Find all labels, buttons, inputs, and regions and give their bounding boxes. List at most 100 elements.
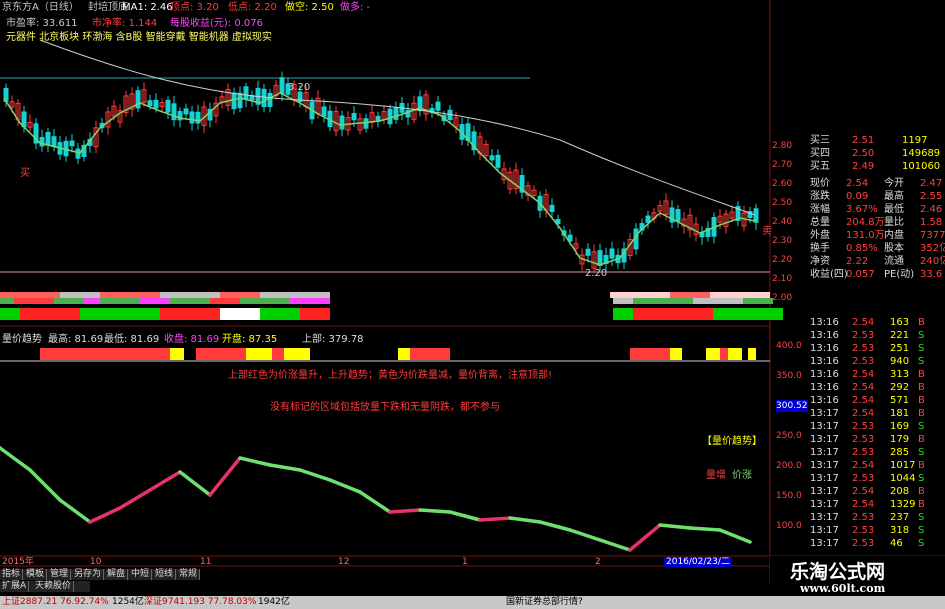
bid-price: 2.51 [852, 135, 875, 146]
time-month-12: 12 [338, 557, 350, 567]
tick-row: 13:17 2.53 179 B [808, 433, 945, 446]
tick-direction: B [918, 395, 925, 406]
vp-block [40, 348, 170, 360]
time-year: 2015年 [2, 557, 34, 567]
stat-row: 涨幅 3.67% 最低 2.46 [808, 203, 945, 216]
stat-label: 涨跌 [810, 191, 830, 202]
toolbar-tab[interactable]: 解盘 [105, 569, 129, 580]
time-month-1: 1 [462, 557, 468, 567]
signal-block [0, 308, 20, 320]
sz-amount: 1942亿 [258, 597, 290, 607]
price-axis-tick: 2.30 [772, 236, 793, 246]
candle-body [609, 248, 615, 259]
tick-row: 13:16 2.54 163 B [808, 316, 945, 329]
volume-price-strip [40, 348, 756, 360]
sz-index: 深证9741.193 77.78.03% [144, 597, 257, 607]
tick-volume: 940 [890, 356, 910, 367]
toolbar-tab[interactable]: 指标 [0, 569, 24, 580]
time-month-2: 2 [595, 557, 601, 567]
main-chart-canvas[interactable] [0, 0, 945, 609]
candle-body [237, 92, 243, 109]
indicator-axis-tick: 250.0 [776, 431, 802, 441]
signal-block [260, 308, 300, 320]
indicator-low: 最低: 81.69 [104, 334, 160, 345]
toolbar-tab[interactable]: 短线 [153, 569, 177, 580]
candle-body [645, 215, 651, 223]
stat-value: 240亿 [920, 256, 945, 267]
status-bar: 上证2887.21 76.92.74% 1254亿 深证9741.193 77.… [0, 596, 945, 609]
signal-block [260, 292, 330, 298]
stat-label: 最低 [884, 204, 904, 215]
stat-label: 内盘 [884, 230, 904, 241]
watermark-url: www.60lt.com [800, 582, 886, 595]
sh-amount: 1254亿 [112, 597, 144, 607]
concept-tags[interactable]: 元器件 北京板块 环渤海 含B股 智能穿戴 智能机器 虚拟现实 [6, 32, 272, 44]
news-ticker[interactable]: 国新证券总部行情? [506, 596, 583, 609]
signal-block [633, 308, 713, 320]
toolbar-tab[interactable]: 另存为 [72, 569, 105, 580]
signal-block [693, 298, 743, 304]
candle-body [45, 131, 51, 146]
candle-body [489, 155, 495, 161]
tick-direction: S [918, 330, 925, 341]
bid-label: 买三 [810, 135, 830, 146]
toolbar-tab[interactable]: 扩展A [0, 581, 30, 592]
toolbar-tab[interactable]: 常规 [177, 569, 200, 580]
tick-volume: 313 [890, 369, 910, 380]
signal-block [330, 292, 610, 298]
candle-body [363, 118, 369, 129]
stat-row: 总量 204.8万 量比 1.58 [808, 216, 945, 229]
vp-block [196, 348, 246, 360]
candle-body [351, 113, 357, 121]
stock-title: 京东方A（日线） [2, 2, 79, 13]
tick-volume: 169 [890, 421, 910, 432]
toolbar-tab[interactable]: 天赖股价 [33, 581, 75, 592]
price-axis-tick: 2.00 [772, 293, 793, 303]
signal-block [753, 308, 783, 320]
signal-block [110, 308, 160, 320]
tick-time: 13:17 [810, 499, 839, 510]
signal-block [0, 292, 30, 298]
tick-row: 13:16 2.53 940 S [808, 355, 945, 368]
stat-label: 流通 [884, 256, 904, 267]
tick-row: 13:17 2.53 1044 S [808, 472, 945, 485]
candle-body [183, 108, 189, 115]
signal-block [240, 298, 290, 304]
price-axis-tick: 2.40 [772, 217, 793, 227]
candle-body [69, 140, 75, 147]
signal-block [610, 292, 670, 298]
tick-price: 2.54 [852, 499, 875, 510]
note-line-1: 上部红色为价涨量升，上升趋势；黄色为价跌量减，量价背离，注意顶部! [228, 370, 553, 381]
ma-value: MA1: 2.46 [122, 2, 173, 13]
candle-body [147, 100, 153, 107]
tick-time: 13:16 [810, 317, 839, 328]
toolbar-tab[interactable]: 管理 [48, 569, 72, 580]
pe-ratio: 市盈率: 33.611 [6, 18, 78, 29]
candle-body [171, 103, 177, 121]
tick-direction: B [918, 486, 925, 497]
tick-row: 13:17 2.54 1017 B [808, 459, 945, 472]
toolbar-tab[interactable]: 中短 [129, 569, 153, 580]
signal-block [210, 298, 240, 304]
candle-body [153, 99, 159, 109]
signal-block [80, 308, 110, 320]
tick-volume: 1044 [890, 473, 916, 484]
stat-value: 131.0万 [846, 230, 885, 241]
eps: 每股收益(元): 0.076 [170, 18, 263, 29]
stat-label: 量比 [884, 217, 904, 228]
tick-row: 13:16 2.54 313 B [808, 368, 945, 381]
candle-body [21, 111, 27, 128]
vp-block [748, 348, 756, 360]
bottom-price-label: 2.20 [585, 268, 608, 279]
tick-row: 13:17 2.54 181 B [808, 407, 945, 420]
note-line-2: 没有标记的区域包括放量下跌和无量阴跌，都不参与 [270, 402, 500, 413]
tick-list: 13:16 2.54 163 B 13:16 2.53 221 S 13:16 2.53 251 S 1… [808, 316, 945, 556]
toolbar-tab[interactable]: 模板 [24, 569, 48, 580]
price-axis-tick: 2.70 [772, 160, 793, 170]
tick-direction: S [918, 525, 925, 536]
bull-bear: 做空: 2.50 [285, 2, 334, 13]
vp-block [720, 348, 728, 360]
tick-price: 2.53 [852, 330, 875, 341]
indicator-title: 量价趋势 [2, 334, 42, 345]
tick-volume: 181 [890, 408, 910, 419]
